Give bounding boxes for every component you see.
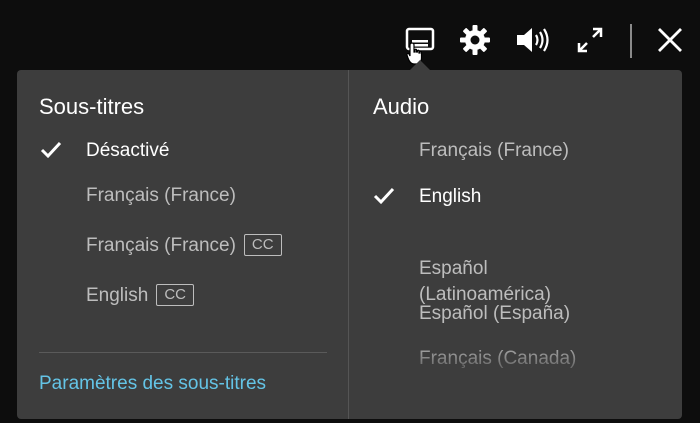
- cc-badge: CC: [243, 234, 282, 256]
- cc-badge: CC: [156, 284, 194, 306]
- audio-option-label: Français (France): [419, 140, 569, 161]
- audio-option-label: English: [419, 186, 482, 207]
- audio-options-list[interactable]: Français (France) English Español (Latin…: [349, 130, 682, 374]
- audio-option[interactable]: Español (Latinoamérica): [419, 230, 551, 308]
- checkmark-icon: [373, 186, 395, 206]
- volume-button[interactable]: [514, 22, 550, 58]
- subtitle-option[interactable]: Français (France): [86, 183, 236, 209]
- fullscreen-icon: [576, 26, 604, 54]
- audio-option[interactable]: English: [373, 184, 482, 210]
- close-button[interactable]: [652, 22, 688, 58]
- audio-option-label: Español (España): [419, 303, 571, 324]
- subtitle-option-label: English: [86, 285, 149, 306]
- close-icon: [656, 26, 684, 54]
- subtitles-heading: Sous-titres: [39, 94, 145, 119]
- audio-heading: Audio: [373, 94, 430, 119]
- subtitle-option-label: Désactivé: [86, 140, 170, 161]
- subtitles-divider: [39, 352, 327, 353]
- subtitle-option-label: Français (France): [86, 185, 236, 206]
- audio-option[interactable]: Español (España): [419, 301, 570, 327]
- audio-option-label: Español (Latinoamérica): [419, 258, 551, 305]
- audio-option[interactable]: Français (France): [419, 138, 569, 164]
- volume-icon: [514, 26, 550, 54]
- subtitle-option[interactable]: English CC: [86, 283, 194, 309]
- player-controls-bar: [0, 0, 700, 80]
- audio-option-label: Français (Canada): [419, 348, 577, 369]
- subtitle-option[interactable]: Français (France) CC: [86, 233, 282, 259]
- fullscreen-button[interactable]: [572, 22, 608, 58]
- controls-separator: [630, 24, 632, 58]
- audio-option[interactable]: Français (Canada): [419, 346, 576, 372]
- checkmark-icon: [40, 140, 62, 160]
- subtitles-audio-panel: Sous-titres Désactivé Français (France) …: [17, 70, 682, 419]
- subtitle-option-label: Français (France): [86, 235, 236, 256]
- subtitle-settings-link[interactable]: Paramètres des sous-titres: [39, 373, 266, 395]
- settings-button[interactable]: [457, 22, 493, 58]
- subtitle-option[interactable]: Désactivé: [40, 138, 170, 164]
- gear-icon: [459, 24, 491, 56]
